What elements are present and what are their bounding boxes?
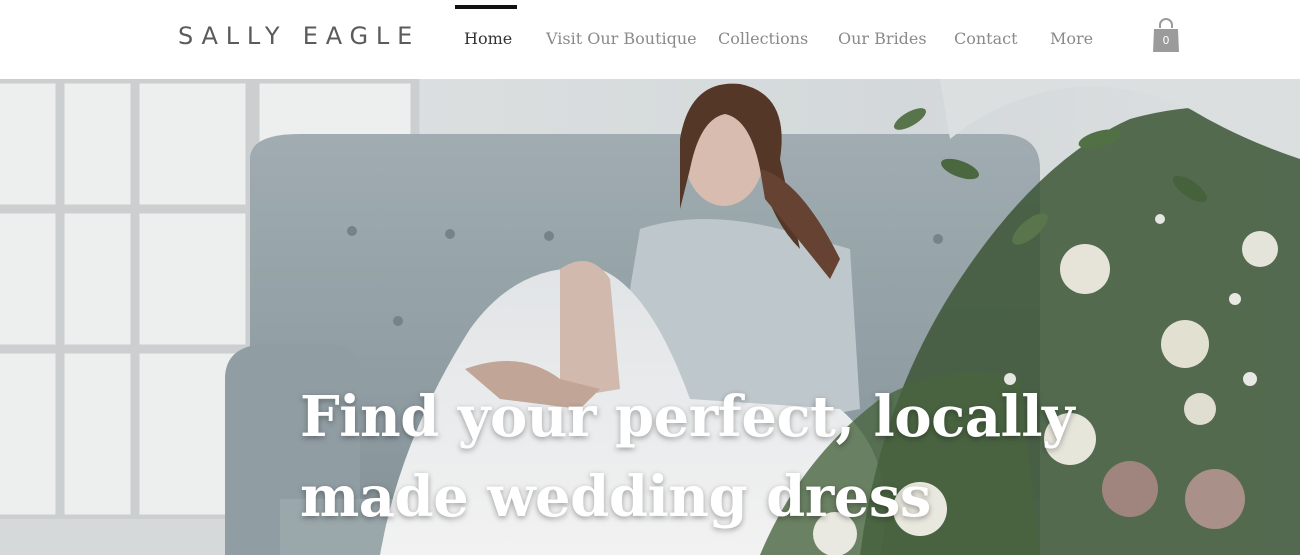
hero-headline-line-1: Find your perfect, locally	[300, 384, 1075, 450]
nav-active-indicator	[455, 5, 517, 9]
nav-item-contact[interactable]: Contact	[954, 29, 1018, 48]
site-logo[interactable]: SALLY EAGLE	[178, 22, 420, 50]
nav-item-collections[interactable]: Collections	[718, 29, 808, 48]
nav-item-more[interactable]: More	[1050, 29, 1093, 48]
cart-button[interactable]: 0	[1152, 18, 1180, 52]
cart-count: 0	[1162, 34, 1170, 47]
hero-headline-line-2: made wedding dress	[300, 464, 931, 530]
hero-section: Find your perfect, locally made wedding …	[0, 79, 1300, 555]
nav-item-home[interactable]: Home	[464, 29, 512, 48]
nav-item-our-brides[interactable]: Our Brides	[838, 29, 927, 48]
site-header: SALLY EAGLE Home Visit Our Boutique Coll…	[0, 0, 1300, 79]
hero-headline: Find your perfect, locally made wedding …	[300, 377, 1075, 537]
nav-item-visit-our-boutique[interactable]: Visit Our Boutique	[546, 29, 697, 48]
